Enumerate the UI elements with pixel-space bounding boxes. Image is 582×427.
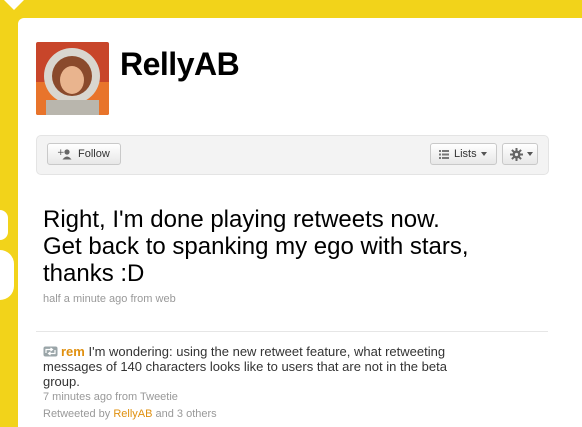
gear-icon bbox=[510, 147, 523, 161]
tweet-text: Right, I'm done playing retweets now. Ge… bbox=[43, 206, 469, 287]
add-user-icon: + bbox=[57, 148, 72, 160]
background-decoration bbox=[4, 0, 24, 10]
profile-card: RellyAB + Follow Lists Right, I'm done p… bbox=[18, 18, 582, 427]
retweet-author-link[interactable]: rem bbox=[61, 344, 85, 359]
retweeted-by-prefix: Retweeted by bbox=[43, 408, 111, 420]
lists-label: Lists bbox=[454, 148, 477, 160]
chevron-down-icon bbox=[480, 152, 487, 156]
avatar-image bbox=[36, 42, 109, 115]
follow-label: Follow bbox=[78, 148, 110, 160]
retweet-item: rem I'm wondering: using the new retweet… bbox=[43, 344, 463, 389]
list-icon bbox=[439, 150, 449, 159]
retweeted-by: Retweeted by RellyAB and 3 others bbox=[43, 408, 217, 420]
retweeted-by-user-link[interactable]: RellyAB bbox=[113, 408, 152, 420]
tweet-timestamp[interactable]: half a minute ago from web bbox=[43, 293, 176, 305]
divider bbox=[36, 331, 548, 332]
retweet-icon bbox=[43, 346, 58, 357]
profile-action-bar: + Follow Lists bbox=[36, 135, 549, 175]
retweet-text: I'm wondering: using the new retweet fea… bbox=[43, 344, 447, 389]
avatar[interactable] bbox=[36, 42, 109, 115]
retweeted-by-suffix[interactable]: and 3 others bbox=[156, 408, 217, 420]
profile-username: RellyAB bbox=[120, 46, 240, 82]
lists-button[interactable]: Lists bbox=[430, 143, 497, 165]
chevron-down-icon bbox=[527, 152, 533, 156]
svg-text:+: + bbox=[57, 148, 65, 158]
retweet-timestamp[interactable]: 7 minutes ago from Tweetie bbox=[43, 391, 178, 403]
background-decoration bbox=[0, 210, 8, 240]
settings-menu-button[interactable] bbox=[502, 143, 538, 165]
follow-button[interactable]: + Follow bbox=[47, 143, 121, 165]
background-decoration bbox=[0, 250, 14, 300]
